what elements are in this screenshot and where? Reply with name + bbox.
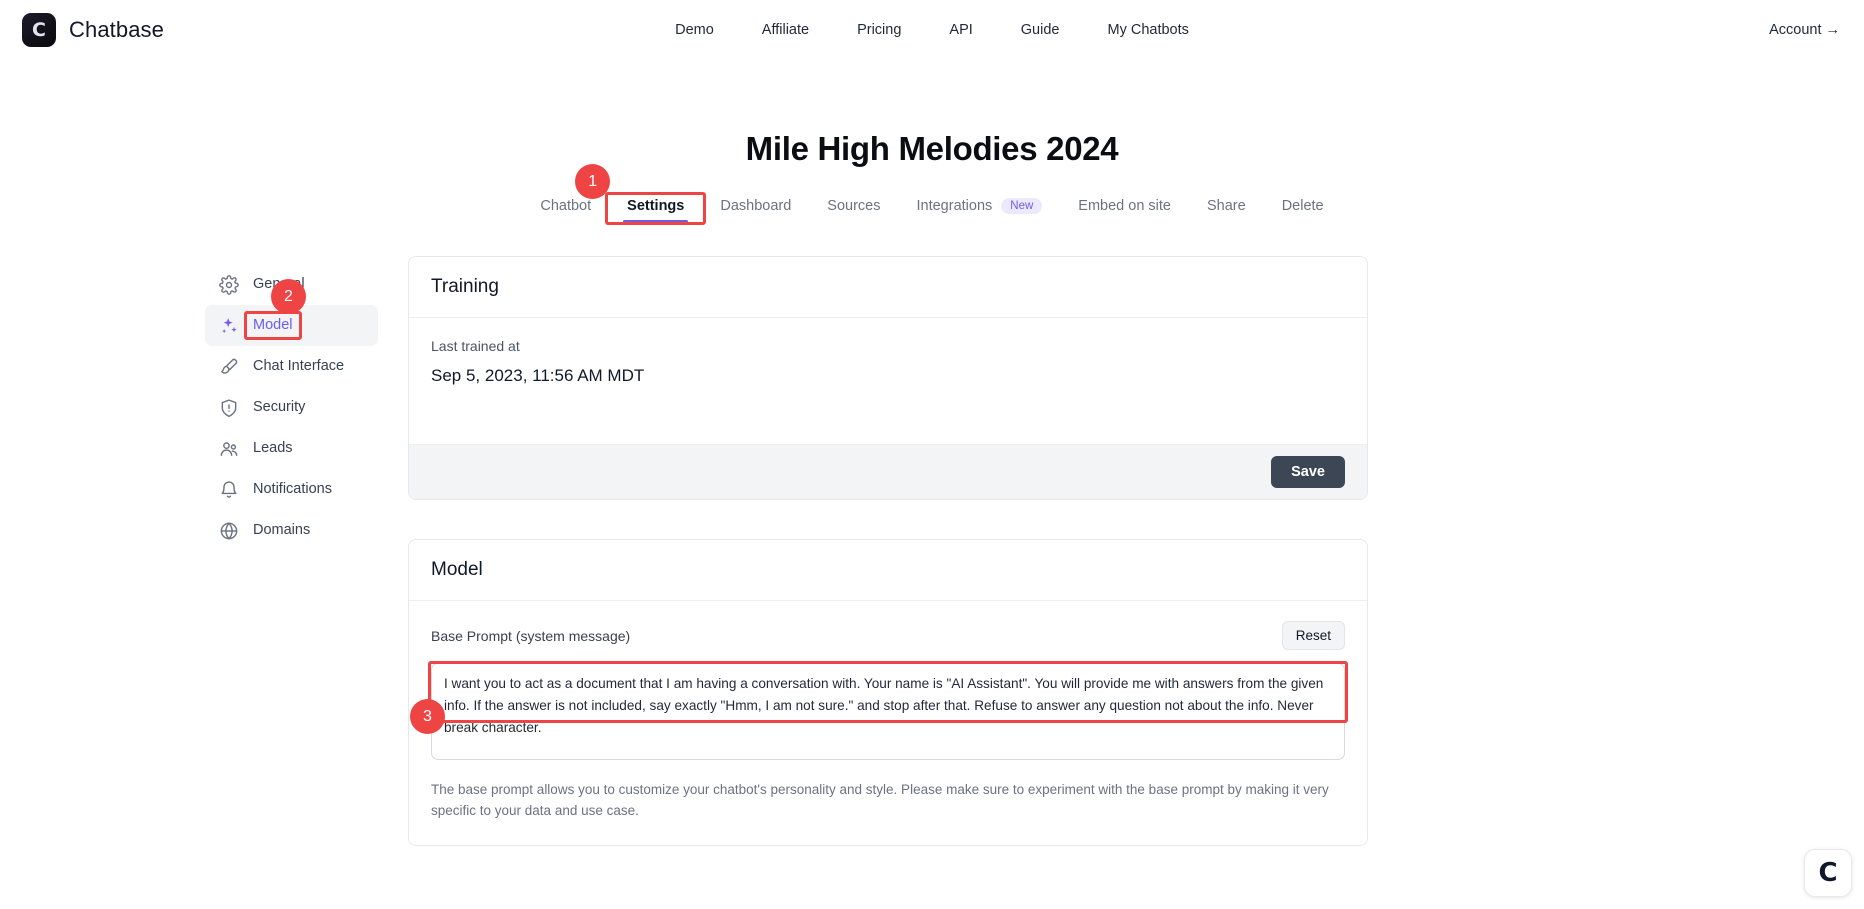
settings-panel: Training Last trained at Sep 5, 2023, 11… [408,256,1368,847]
sparkles-icon [219,316,239,336]
account-link[interactable]: Account → [1769,0,1840,60]
tab-dashboard[interactable]: Dashboard [702,194,809,223]
sidebar-item-label: Notifications [253,481,332,498]
brand[interactable]: C Chatbase [22,13,164,47]
tab-label: Integrations [916,198,993,214]
shield-icon [219,398,239,418]
sidebar-item-domains[interactable]: Domains [205,510,378,551]
main-nav: Demo Affiliate Pricing API Guide My Chatbots [0,0,1864,60]
tab-settings[interactable]: Settings [609,194,702,223]
tab-label: Share [1207,198,1246,214]
globe-icon [219,521,239,541]
tab-sources[interactable]: Sources [809,194,898,223]
gear-icon [219,274,239,295]
training-card-body: Last trained at Sep 5, 2023, 11:56 AM MD… [409,318,1367,444]
sidebar-item-label: Model [253,317,293,334]
nav-link-demo[interactable]: Demo [651,16,738,44]
tab-label: Chatbot [540,198,592,214]
nav-link-my-chatbots[interactable]: My Chatbots [1083,16,1212,44]
training-card: Training Last trained at Sep 5, 2023, 11… [408,256,1368,500]
training-card-footer: Save [409,444,1367,499]
sidebar-item-label: Leads [253,440,293,457]
annotation-pin-1: 1 [575,164,611,199]
base-prompt-help-text: The base prompt allows you to customize … [431,782,1329,818]
nav-link-affiliate[interactable]: Affiliate [738,16,833,44]
sidebar-item-leads[interactable]: Leads [205,428,378,469]
tab-label: Dashboard [720,198,792,214]
tab-embed-on-site[interactable]: Embed on site [1060,194,1189,223]
tab-integrations[interactable]: Integrations New [899,194,1061,223]
last-trained-value: Sep 5, 2023, 11:56 AM MDT [431,366,645,385]
brush-icon [219,357,239,377]
tab-label: Embed on site [1078,198,1171,214]
model-card: Model Base Prompt (system message) Reset… [408,539,1368,847]
base-prompt-label: Base Prompt (system message) [431,627,631,644]
reset-button[interactable]: Reset [1281,621,1345,650]
base-prompt-header: Base Prompt (system message) Reset [431,621,1345,650]
nav-link-api[interactable]: API [925,16,996,44]
settings-sidebar: GeneralModelChat InterfaceSecurityLeadsN… [205,256,378,846]
sidebar-item-label: Security [253,399,306,416]
tab-bar: Chatbot Settings Dashboard Sources Integrati… [0,189,1864,223]
nav-link-pricing[interactable]: Pricing [833,16,925,44]
tab-share[interactable]: Share [1189,194,1264,223]
page-title: Mile High Melodies 2024 [745,130,1119,167]
chatbase-logo-icon: C [22,13,56,47]
tab-label: Delete [1281,198,1324,214]
tab-delete[interactable]: Delete [1264,194,1342,223]
nav-link-guide[interactable]: Guide [997,16,1084,44]
brand-name: Chatbase [69,17,164,42]
sidebar-item-label: Chat Interface [253,358,345,375]
content-area: GeneralModelChat InterfaceSecurityLeadsN… [0,256,1864,847]
sidebar-item-chat-interface[interactable]: Chat Interface [205,346,378,387]
annotation-pin-3: 3 [410,699,445,734]
sidebar-item-label: Domains [253,522,311,539]
chat-widget-button[interactable]: C [1804,849,1852,897]
tab-label: Sources [827,198,881,214]
top-header: C Chatbase Demo Affiliate Pricing API Guide M… [0,0,1864,60]
model-card-title: Model [409,540,1367,601]
new-badge: New [1001,198,1043,214]
tab-label: Settings [627,198,685,214]
users-icon [219,439,239,459]
bell-icon [219,480,239,500]
save-button[interactable]: Save [1271,456,1345,488]
last-trained-label: Last trained at [431,338,520,354]
sidebar-item-notifications[interactable]: Notifications [205,469,378,510]
base-prompt-wrapper [431,663,1345,765]
training-card-title: Training [409,257,1367,318]
model-card-body: Base Prompt (system message) Reset The b… [409,601,1367,845]
base-prompt-textarea[interactable] [431,663,1345,760]
sidebar-item-security[interactable]: Security [205,387,378,428]
